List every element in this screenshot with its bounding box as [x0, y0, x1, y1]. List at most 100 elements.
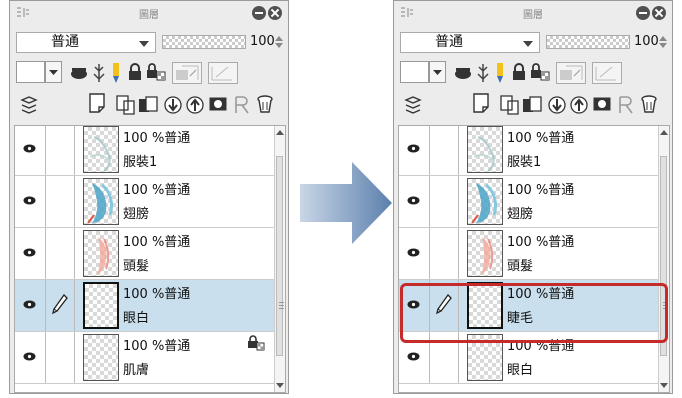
close-icon[interactable]: [652, 6, 666, 20]
transfer-to-lower-icon[interactable]: [164, 95, 182, 115]
new-raster-layer-icon[interactable]: [89, 93, 105, 113]
edit-target-toggle[interactable]: [46, 176, 75, 227]
panel-title: 圖層: [139, 10, 159, 21]
lock-transparency-icon[interactable]: [146, 63, 166, 81]
blend-mode-select[interactable]: 普通: [400, 32, 540, 53]
scroll-up-icon[interactable]: [276, 130, 284, 135]
layer-row[interactable]: 100 %普通 頭髮: [399, 228, 661, 280]
scroll-down-icon[interactable]: [276, 383, 284, 388]
apply-mask-icon[interactable]: [616, 95, 634, 115]
reference-select-icon[interactable]: [592, 62, 622, 84]
layer-color-select[interactable]: [16, 61, 62, 83]
edit-target-toggle[interactable]: [46, 280, 75, 331]
new-vector-layer-icon[interactable]: [500, 95, 520, 115]
scroll-up-icon[interactable]: [660, 130, 668, 135]
transfer-to-lower-icon[interactable]: [548, 95, 566, 115]
visibility-toggle[interactable]: [15, 228, 46, 279]
minimize-icon[interactable]: [252, 6, 266, 20]
scrollbar-thumb[interactable]: [276, 156, 284, 356]
blend-mode-select[interactable]: 普通: [16, 32, 156, 53]
new-folder-icon[interactable]: [138, 95, 158, 115]
layer-name[interactable]: 翅膀: [123, 203, 149, 222]
layer-thumbnail[interactable]: [83, 334, 119, 381]
new-raster-layer-icon[interactable]: [473, 93, 489, 113]
layer-name[interactable]: 眼白: [123, 307, 149, 326]
opacity-slider[interactable]: [162, 35, 246, 49]
lock-layer-icon[interactable]: [512, 63, 526, 81]
reference-layer-icon[interactable]: [454, 65, 472, 81]
layer-name[interactable]: 眼白: [507, 359, 533, 378]
panel-titlebar[interactable]: 圖層: [394, 1, 672, 25]
new-folder-icon[interactable]: [522, 95, 542, 115]
layer-row[interactable]: 100 %普通 頭髮: [15, 228, 277, 280]
ruler-icon[interactable]: [476, 63, 490, 83]
layer-thumbnail[interactable]: [83, 178, 119, 225]
layer-stack-icon[interactable]: [20, 95, 38, 115]
layer-row[interactable]: 100 %普通 服裝1: [15, 126, 277, 176]
layer-list: 100 %普通 服裝1 100 %普通 翅膀 100 %普通 頭髮 100 %普通 睫毛 100…: [398, 125, 670, 393]
scroll-down-icon[interactable]: [660, 383, 668, 388]
draft-layer-icon[interactable]: [494, 62, 506, 84]
layer-thumbnail[interactable]: [467, 126, 503, 173]
new-vector-layer-icon[interactable]: [116, 95, 136, 115]
layer-name[interactable]: 肌膚: [123, 359, 149, 378]
opacity-value[interactable]: 100: [250, 34, 275, 49]
draft-layer-icon[interactable]: [110, 62, 122, 84]
layer-mask-icon[interactable]: [593, 97, 611, 111]
layer-thumbnail[interactable]: [467, 178, 503, 225]
visibility-toggle[interactable]: [15, 176, 46, 227]
lock-transparency-icon[interactable]: [530, 63, 550, 81]
layer-list-scrollbar[interactable]: [274, 126, 285, 392]
reference-layer-icon[interactable]: [70, 65, 88, 81]
layer-thumbnail[interactable]: [83, 282, 119, 329]
merge-layer-icon[interactable]: [570, 95, 588, 115]
layer-thumbnail[interactable]: [83, 126, 119, 173]
opacity-spinner-icon[interactable]: [658, 35, 668, 49]
edit-target-toggle[interactable]: [430, 126, 459, 175]
delete-layer-icon[interactable]: [640, 94, 658, 114]
layer-row[interactable]: 100 %普通 眼白: [15, 280, 277, 332]
reference-select-icon[interactable]: [208, 62, 238, 84]
layer-list-scrollbar[interactable]: [658, 126, 669, 392]
layer-stack-icon[interactable]: [404, 95, 422, 115]
visibility-toggle[interactable]: [15, 126, 46, 175]
clip-layer-icon[interactable]: [556, 62, 586, 84]
visibility-toggle[interactable]: [399, 126, 430, 175]
layer-name[interactable]: 服裝1: [507, 151, 541, 170]
layer-mask-icon[interactable]: [209, 97, 227, 111]
edit-target-toggle[interactable]: [46, 332, 75, 383]
ruler-icon[interactable]: [92, 63, 106, 83]
opacity-value[interactable]: 100: [634, 34, 659, 49]
merge-layer-icon[interactable]: [186, 95, 204, 115]
panel-titlebar[interactable]: 圖層: [10, 1, 288, 25]
layer-name[interactable]: 頭髮: [507, 255, 533, 274]
layer-thumbnail[interactable]: [467, 230, 503, 277]
opacity-spinner-icon[interactable]: [274, 35, 284, 49]
visibility-toggle[interactable]: [15, 332, 46, 383]
layer-name[interactable]: 服裝1: [123, 151, 157, 170]
visibility-toggle[interactable]: [399, 176, 430, 227]
layer-name[interactable]: 頭髮: [123, 255, 149, 274]
layer-color-select[interactable]: [400, 61, 446, 83]
edit-target-toggle[interactable]: [430, 176, 459, 227]
opacity-slider[interactable]: [546, 35, 630, 49]
layer-thumbnail[interactable]: [83, 230, 119, 277]
eye-icon: [23, 300, 36, 309]
minimize-icon[interactable]: [636, 6, 650, 20]
layer-row[interactable]: 100 %普通 服裝1: [399, 126, 661, 176]
delete-layer-icon[interactable]: [256, 94, 274, 114]
layer-row[interactable]: 100 %普通 翅膀: [399, 176, 661, 228]
visibility-toggle[interactable]: [15, 280, 46, 331]
close-icon[interactable]: [268, 6, 282, 20]
apply-mask-icon[interactable]: [232, 95, 250, 115]
layer-name[interactable]: 翅膀: [507, 203, 533, 222]
layer-row[interactable]: 100 %普通 肌膚: [15, 332, 277, 384]
clip-layer-icon[interactable]: [172, 62, 202, 84]
panel-title: 圖層: [523, 10, 543, 21]
visibility-toggle[interactable]: [399, 228, 430, 279]
layer-row[interactable]: 100 %普通 翅膀: [15, 176, 277, 228]
edit-target-toggle[interactable]: [46, 228, 75, 279]
lock-layer-icon[interactable]: [128, 63, 142, 81]
edit-target-toggle[interactable]: [430, 228, 459, 279]
edit-target-toggle[interactable]: [46, 126, 75, 175]
